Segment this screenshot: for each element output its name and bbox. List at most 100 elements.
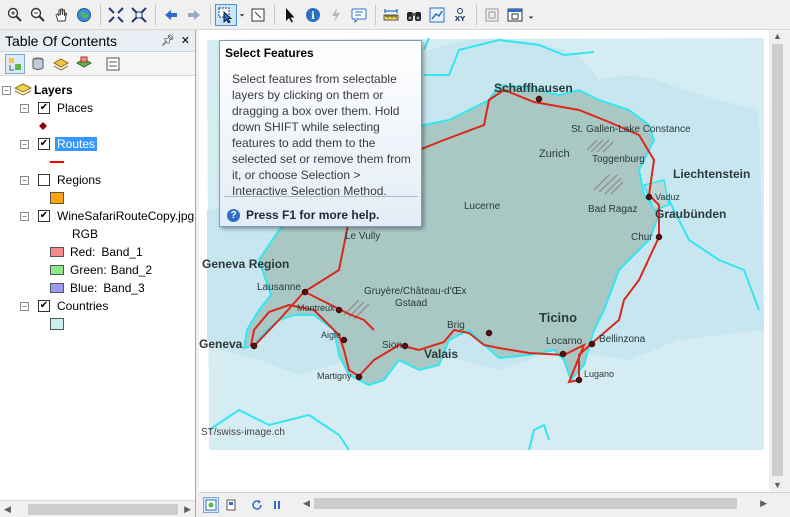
time-slider-icon[interactable] <box>481 4 503 26</box>
measure-icon[interactable] <box>380 4 402 26</box>
map-vertical-scrollbar[interactable]: ▲ ▼ <box>769 30 786 492</box>
scroll-down-icon[interactable]: ▼ <box>773 480 782 490</box>
label-schaffhausen: Schaffhausen <box>494 81 573 95</box>
pin-icon[interactable]: 📌︎ <box>161 34 175 47</box>
pause-drawing-button[interactable] <box>269 497 285 513</box>
hyperlink-icon[interactable] <box>325 4 347 26</box>
label-sion: Sion <box>382 340 402 351</box>
legend-row <box>50 154 64 170</box>
layout-view-button[interactable] <box>223 497 239 513</box>
separator <box>375 4 376 25</box>
select-elements-icon[interactable] <box>279 4 301 26</box>
toc-horizontal-scrollbar[interactable]: ◀ ▶ <box>0 500 195 517</box>
label-brig: Brig <box>447 320 465 331</box>
collapse-icon[interactable]: − <box>2 85 11 95</box>
layer-row-countries[interactable]: − ✔ Countries <box>20 298 108 314</box>
collapse-icon[interactable]: − <box>20 175 29 185</box>
scroll-thumb[interactable] <box>28 504 178 515</box>
label-valais: Valais <box>424 347 458 361</box>
layers-icon <box>14 83 32 96</box>
fixed-zoom-in-icon[interactable] <box>105 4 127 26</box>
data-view-button[interactable] <box>203 497 219 513</box>
map-horizontal-scrollbar[interactable]: ◀ ▶ <box>300 495 770 512</box>
go-to-xy-icon[interactable]: XY <box>449 4 471 26</box>
separator <box>274 4 275 25</box>
clear-selection-icon[interactable] <box>247 4 269 26</box>
green-swatch <box>50 265 64 275</box>
html-popup-icon[interactable] <box>348 4 370 26</box>
collapse-icon[interactable]: − <box>20 301 29 311</box>
separator <box>210 4 211 25</box>
separator <box>100 4 101 25</box>
label-chur: Chur <box>631 232 653 243</box>
find-route-icon[interactable] <box>426 4 448 26</box>
list-by-visibility-icon[interactable] <box>51 54 71 74</box>
visibility-checkbox[interactable] <box>38 174 50 186</box>
label-toggenburg: Toggenburg <box>592 154 645 165</box>
full-extent-icon[interactable] <box>73 4 95 26</box>
arcmap-window: i XY Table Of Contents 📌︎ ✕ − Layers − ✔… <box>0 0 790 517</box>
find-icon[interactable] <box>403 4 425 26</box>
scroll-right-icon[interactable]: ▶ <box>184 504 191 515</box>
label-aigle: Aigle <box>321 330 341 340</box>
label-bellinzona: Bellinzona <box>599 334 646 345</box>
tooltip-body: Select features from selectable layers b… <box>232 72 411 198</box>
separator <box>476 4 477 25</box>
layer-row-places[interactable]: − ✔ Places <box>20 100 93 116</box>
label-st-gallen: St. Gallen-Lake Constance <box>571 124 691 135</box>
layer-label[interactable]: Countries <box>57 299 108 313</box>
legend-row: RGB <box>72 226 98 242</box>
pan-icon[interactable] <box>50 4 72 26</box>
layer-label[interactable]: Places <box>57 101 93 115</box>
label-montreux: Montreux <box>297 303 335 313</box>
collapse-icon[interactable]: − <box>20 103 29 113</box>
visibility-checkbox[interactable]: ✔ <box>38 138 50 150</box>
collapse-icon[interactable]: − <box>20 139 29 149</box>
band-channel-label: Green: <box>70 263 107 277</box>
close-icon[interactable]: ✕ <box>181 34 190 47</box>
toc-options-icon[interactable] <box>103 54 123 74</box>
separator <box>155 4 156 25</box>
select-dropdown-icon[interactable] <box>238 4 246 26</box>
scroll-thumb[interactable] <box>772 44 783 476</box>
scroll-left-icon[interactable]: ◀ <box>4 504 11 515</box>
label-geneva-region: Geneva Region <box>202 257 289 271</box>
scroll-up-icon[interactable]: ▲ <box>773 31 782 41</box>
list-by-drawing-order-icon[interactable] <box>5 53 25 74</box>
toolbar-options-icon[interactable] <box>527 4 535 26</box>
scroll-right-icon[interactable]: ▶ <box>760 498 767 509</box>
scroll-thumb[interactable] <box>314 498 737 509</box>
tooltip-help-text: Press F1 for more help. <box>246 208 380 222</box>
route-symbol-icon <box>50 161 64 163</box>
layer-label[interactable]: Regions <box>57 173 101 187</box>
list-by-selection-icon[interactable] <box>74 54 94 74</box>
refresh-button[interactable] <box>249 497 265 513</box>
zoom-out-icon[interactable] <box>27 4 49 26</box>
label-gstaad: Gstaad <box>395 298 427 309</box>
select-features-tooltip: Select Features Select features from sel… <box>219 40 422 227</box>
select-features-icon[interactable] <box>215 3 237 26</box>
fixed-zoom-out-icon[interactable] <box>128 4 150 26</box>
layer-row-routes[interactable]: − ✔ Routes <box>20 136 98 152</box>
layer-row-regions[interactable]: − Regions <box>20 172 101 188</box>
scroll-left-icon[interactable]: ◀ <box>303 498 310 509</box>
back-icon[interactable] <box>160 4 182 26</box>
zoom-in-icon[interactable] <box>4 4 26 26</box>
svg-text:i: i <box>311 11 315 22</box>
visibility-checkbox[interactable]: ✔ <box>38 102 50 114</box>
viewer-window-icon[interactable] <box>504 4 526 26</box>
layer-label[interactable]: WineSafariRouteCopy.jpg <box>57 209 194 223</box>
label-liechtenstein: Liechtenstein <box>673 167 750 181</box>
list-by-source-icon[interactable] <box>28 54 48 74</box>
layers-group-row[interactable]: − Layers <box>2 82 73 98</box>
country-symbol-swatch <box>50 318 64 330</box>
visibility-checkbox[interactable]: ✔ <box>38 300 50 312</box>
layer-row-raster[interactable]: − ✔ WineSafariRouteCopy.jpg <box>20 208 194 224</box>
layer-label[interactable]: Routes <box>55 137 98 151</box>
label-geneva: Geneva <box>199 337 243 351</box>
forward-icon[interactable] <box>183 4 205 26</box>
tooltip-divider <box>224 196 418 197</box>
collapse-icon[interactable]: − <box>20 211 29 221</box>
visibility-checkbox[interactable]: ✔ <box>38 210 50 222</box>
identify-icon[interactable]: i <box>302 4 324 26</box>
